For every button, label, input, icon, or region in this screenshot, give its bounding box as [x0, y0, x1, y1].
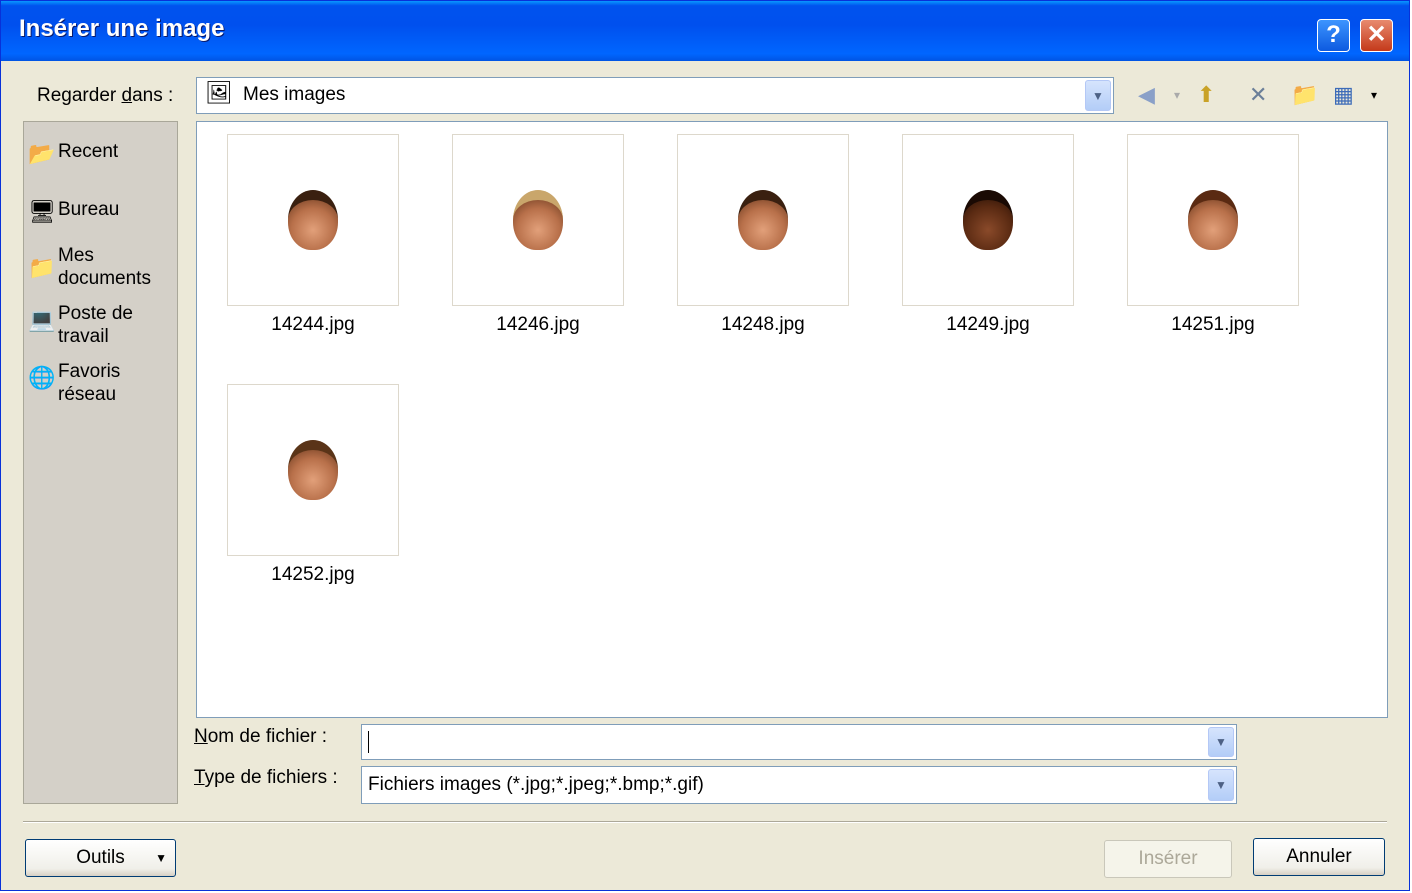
- place-recent[interactable]: 📂 Recent: [28, 140, 118, 168]
- portrait-image: [288, 440, 338, 500]
- file-thumbnail[interactable]: 14251.jpg: [1127, 134, 1299, 336]
- views-dropdown-icon[interactable]: ▾: [1371, 81, 1377, 109]
- file-name: 14248.jpg: [721, 314, 805, 335]
- desktop-icon: 🖥: [28, 199, 56, 224]
- file-thumbnail[interactable]: 14246.jpg: [452, 134, 624, 336]
- chevron-down-icon[interactable]: ▼: [1208, 769, 1234, 801]
- file-thumbnail[interactable]: 14248.jpg: [677, 134, 849, 336]
- new-folder-icon[interactable]: 📁: [1291, 81, 1318, 109]
- place-desktop[interactable]: 🖥 Bureau: [28, 198, 119, 226]
- places-bar: 📂 Recent 🖥 Bureau 📁 Mes documents 💻 Post…: [23, 121, 178, 804]
- place-my-documents[interactable]: 📁 Mes documents: [28, 244, 151, 290]
- filetype-value: Fichiers images (*.jpg;*.jpeg;*.bmp;*.gi…: [368, 774, 704, 795]
- chevron-down-icon[interactable]: ▼: [1208, 727, 1234, 757]
- my-pictures-folder-icon: 🖼: [205, 80, 233, 105]
- network-places-icon: 🌐: [28, 365, 56, 390]
- divider: [23, 821, 1387, 823]
- file-thumbnail[interactable]: 14252.jpg: [227, 384, 399, 586]
- back-dropdown-icon[interactable]: ▾: [1174, 81, 1180, 109]
- file-name: 14251.jpg: [1171, 314, 1255, 335]
- file-name: 14244.jpg: [271, 314, 355, 335]
- up-folder-icon[interactable]: ⬆: [1197, 81, 1215, 109]
- look-in-dropdown[interactable]: 🖼 Mes images ▼: [196, 77, 1114, 114]
- cancel-button[interactable]: Annuler: [1253, 838, 1385, 876]
- back-icon[interactable]: ◀: [1138, 81, 1155, 109]
- look-in-value: Mes images: [243, 84, 346, 105]
- portrait-image: [738, 190, 788, 250]
- filetype-dropdown[interactable]: Fichiers images (*.jpg;*.jpeg;*.bmp;*.gi…: [361, 766, 1237, 804]
- dropdown-arrow-icon: ▼: [155, 851, 167, 865]
- views-menu-icon[interactable]: ▦: [1333, 81, 1354, 109]
- text-caret: [368, 731, 369, 753]
- help-button[interactable]: ?: [1317, 19, 1350, 52]
- place-my-computer[interactable]: 💻 Poste de travail: [28, 302, 133, 348]
- insert-image-dialog: Insérer une image ? ✕ Regarder dans : 🖼 …: [0, 0, 1410, 891]
- delete-icon[interactable]: ✕: [1249, 81, 1267, 109]
- filetype-label: Type de fichiers :: [194, 767, 338, 788]
- portrait-image: [1188, 190, 1238, 250]
- my-computer-icon: 💻: [28, 307, 56, 332]
- file-name: 14249.jpg: [946, 314, 1030, 335]
- file-list[interactable]: 14244.jpg 14246.jpg 14248.jpg 14249.jpg …: [196, 121, 1388, 718]
- insert-button[interactable]: Insérer: [1104, 840, 1232, 878]
- filename-label: Nom de fichier :: [194, 726, 328, 747]
- title-bar[interactable]: Insérer une image ? ✕: [1, 1, 1409, 61]
- file-thumbnail[interactable]: 14244.jpg: [227, 134, 399, 336]
- file-name: 14252.jpg: [271, 564, 355, 585]
- dialog-title: Insérer une image: [19, 15, 225, 42]
- portrait-image: [963, 190, 1013, 250]
- filename-input[interactable]: ▼: [361, 724, 1237, 760]
- recent-folder-icon: 📂: [28, 141, 56, 166]
- chevron-down-icon[interactable]: ▼: [1085, 80, 1111, 111]
- my-documents-icon: 📁: [28, 255, 56, 280]
- portrait-image: [513, 190, 563, 250]
- look-in-label: Regarder dans :: [37, 85, 174, 106]
- place-network[interactable]: 🌐 Favoris réseau: [28, 360, 120, 406]
- portrait-image: [288, 190, 338, 250]
- tools-button[interactable]: Outils ▼: [25, 839, 176, 877]
- file-thumbnail[interactable]: 14249.jpg: [902, 134, 1074, 336]
- file-name: 14246.jpg: [496, 314, 580, 335]
- close-button[interactable]: ✕: [1360, 19, 1393, 52]
